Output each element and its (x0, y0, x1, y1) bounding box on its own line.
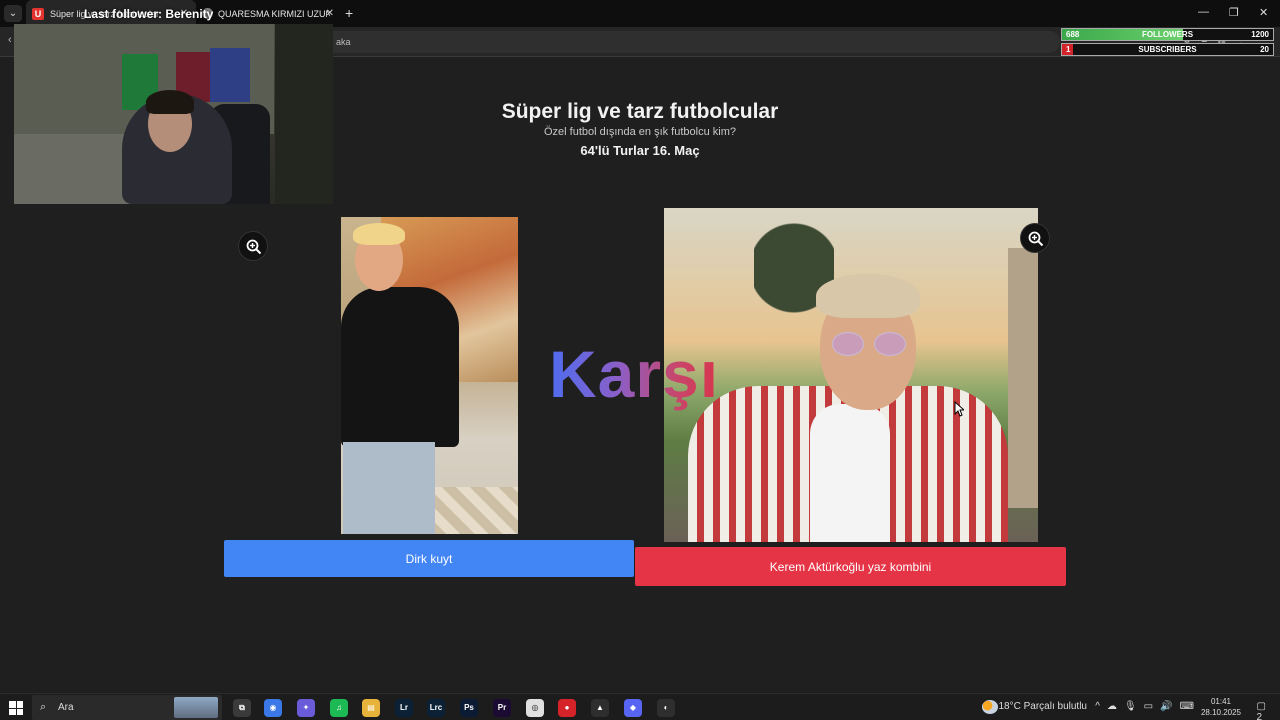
back-arrow-icon[interactable]: ‹ (8, 34, 12, 46)
windows-start-icon[interactable] (9, 701, 23, 715)
clock-app-icon[interactable]: ◐ (657, 699, 675, 717)
right-choice-button[interactable]: Kerem Aktürkoğlu yaz kombini (635, 547, 1066, 586)
spotify-icon[interactable]: ♫ (330, 699, 348, 717)
search-icon: ⌕ (40, 701, 47, 713)
minimize-icon[interactable]: — (1198, 6, 1209, 18)
tab-title: QUARESMA KIRMIZI UZUN GÖ… (218, 8, 330, 19)
stream-goals: 688 FOLLOWERS 1200 1 SUBSCRIBERS 20 (1061, 28, 1274, 58)
chevron-up-icon[interactable]: ^ (1095, 701, 1100, 712)
volume-icon[interactable]: 🔊 (1160, 701, 1172, 712)
copilot-icon[interactable]: ✦ (297, 699, 315, 717)
subscribers-goal: 1 SUBSCRIBERS 20 (1061, 43, 1274, 56)
last-follower-label: Last follower: Berenity (84, 7, 214, 21)
photo-white-tee (810, 404, 890, 542)
nvidia-icon[interactable]: ▲ (591, 699, 609, 717)
tab-favicon-icon: U (32, 7, 44, 20)
zoom-in-icon (1028, 231, 1044, 247)
lightroom-icon[interactable]: Lr (395, 699, 413, 717)
tab-other[interactable]: QUARESMA KIRMIZI UZUN GÖ… ✕ (196, 0, 342, 27)
taskbar: ⌕ Ara ⧉ ◉ ✦ ♫ ▤ Lr Lrc Ps Pr ◎ ● ▲ ◆ ◐ 18°C Parçalı b… (0, 693, 1280, 720)
taskbar-search[interactable]: ⌕ Ara (32, 695, 222, 720)
notification-count: 2 (1256, 712, 1263, 720)
chrome-icon[interactable]: ◉ (264, 699, 282, 717)
premiere-icon[interactable]: Pr (493, 699, 511, 717)
recorder-icon[interactable]: ● (558, 699, 576, 717)
zoom-in-icon (246, 239, 262, 255)
keyboard-icon[interactable]: ⌨ (1180, 701, 1194, 712)
obs-icon[interactable]: ◎ (526, 699, 544, 717)
notification-center[interactable]: ▢ 2 (1257, 701, 1266, 720)
tab-search-chevron-icon[interactable]: ⌄ (4, 5, 22, 22)
address-bar[interactable]: aka (300, 31, 1060, 53)
left-choice-photo[interactable] (341, 217, 518, 534)
task-view-icon[interactable]: ⧉ (233, 699, 251, 717)
weather-text[interactable]: 18°C Parçalı bulutlu (999, 701, 1088, 712)
new-tab-plus-icon[interactable]: + (345, 5, 353, 21)
microphone-icon[interactable]: 🎙 (1124, 701, 1137, 712)
followers-goal: 688 FOLLOWERS 1200 (1061, 28, 1274, 41)
address-text: aka (336, 37, 351, 47)
photoshop-icon[interactable]: Ps (460, 699, 478, 717)
right-choice-photo[interactable] (664, 208, 1038, 542)
mouse-cursor-icon (954, 401, 964, 417)
subscribers-goal-value: 20 (1260, 45, 1269, 54)
photo-person-jeans (343, 442, 435, 534)
screen: ⌄ U Süper lig ve tarz futbolcular ✕ QUAR… (0, 0, 1280, 720)
explorer-icon[interactable]: ▤ (362, 699, 380, 717)
zoom-right-button[interactable] (1020, 223, 1050, 253)
search-placeholder: Ara (58, 702, 74, 713)
network-icon[interactable]: ▭ (1144, 701, 1153, 712)
followers-goal-value: 1200 (1251, 30, 1269, 39)
clock[interactable]: 01:41 28.10.2025 (1201, 696, 1241, 718)
discord-icon[interactable]: ◆ (624, 699, 642, 717)
photo-person-hair (816, 274, 920, 318)
search-highlight-image (174, 697, 218, 718)
subscribers-label: SUBSCRIBERS (1138, 45, 1197, 54)
zoom-left-button[interactable] (238, 231, 268, 261)
restore-icon[interactable]: ❐ (1229, 6, 1239, 19)
page-title: Süper lig ve tarz futbolcular (501, 100, 779, 123)
close-tab-icon[interactable]: ✕ (326, 8, 334, 19)
round-label: 64'lü Turlar 16. Maç (580, 143, 700, 158)
lightroom-classic-icon[interactable]: Lrc (427, 699, 445, 717)
tray-icons: ^ ☁ 🎙 ▭ 🔊 ⌨ (1095, 701, 1194, 712)
photo-person-hair (353, 223, 405, 245)
clock-date: 28.10.2025 (1200, 708, 1241, 717)
page-subtitle: Özel futbol dışında en şık futbolcu kim? (544, 126, 736, 138)
photo-pillar (1008, 248, 1038, 508)
followers-label: FOLLOWERS (1141, 30, 1194, 39)
close-window-icon[interactable]: ✕ (1259, 6, 1268, 19)
weather-icon (982, 700, 998, 714)
onedrive-icon[interactable]: ☁ (1107, 701, 1117, 712)
webcam-jersey (210, 48, 250, 102)
clock-time: 01:41 (1210, 697, 1231, 706)
left-choice-button[interactable]: Dirk kuyt (224, 540, 634, 577)
photo-sunglasses (832, 332, 908, 356)
versus-label: Karşı (549, 337, 720, 411)
photo-floor (421, 487, 518, 534)
notification-icon: ▢ (1256, 701, 1266, 712)
photo-person-jacket (341, 287, 459, 447)
